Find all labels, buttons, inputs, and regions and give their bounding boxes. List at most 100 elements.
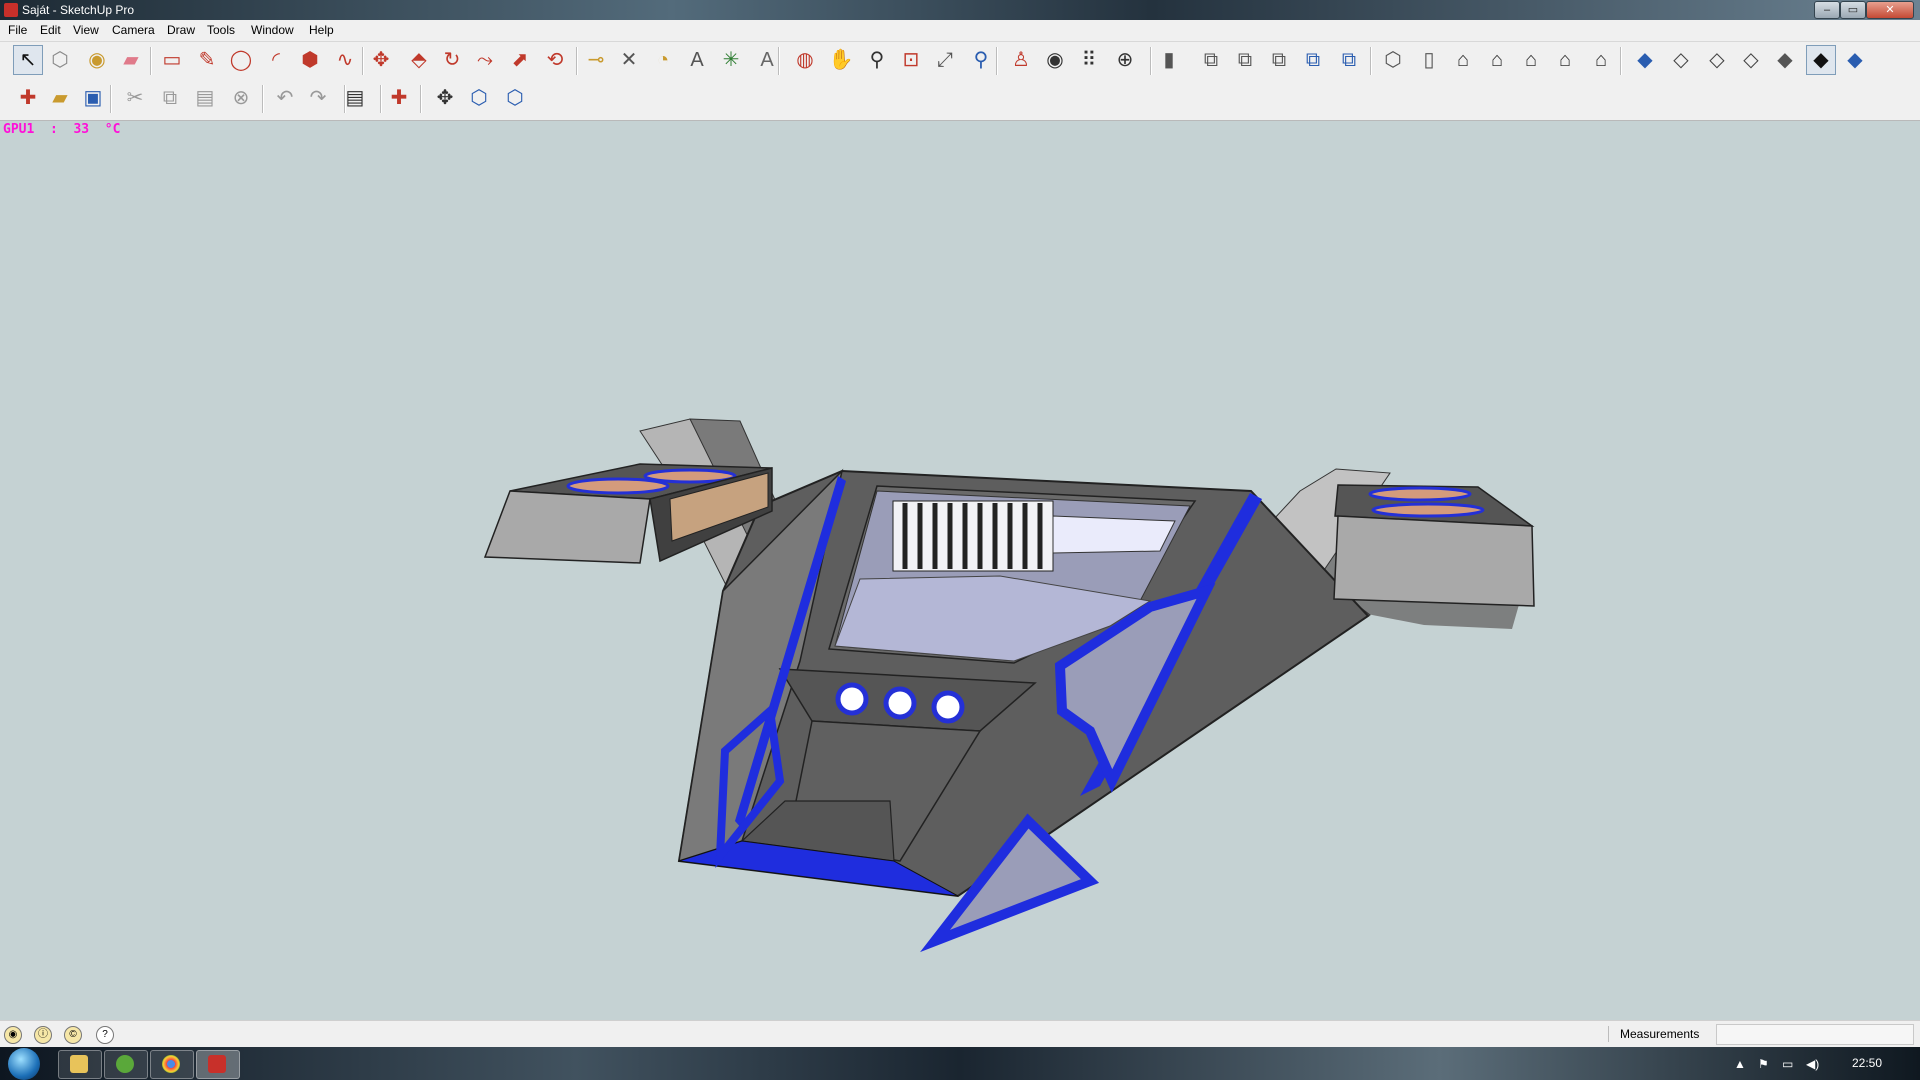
save-icon[interactable]: ▣ bbox=[78, 83, 108, 113]
style-shaded-icon[interactable]: ◆ bbox=[1770, 45, 1800, 75]
text-icon[interactable]: A bbox=[682, 45, 712, 75]
chrome-icon[interactable] bbox=[150, 1050, 194, 1079]
3d-model-canvas[interactable] bbox=[0, 121, 1920, 1019]
menu-edit[interactable]: Edit bbox=[40, 23, 61, 37]
position-camera-icon[interactable]: ♙ bbox=[1006, 45, 1036, 75]
open-folder-icon[interactable]: ▰ bbox=[45, 83, 75, 113]
house-monochrome-icon[interactable]: ⌂ bbox=[1586, 45, 1616, 75]
maximize-button[interactable]: ▭ bbox=[1840, 1, 1866, 19]
pan-hand-icon[interactable]: ✋ bbox=[826, 45, 856, 75]
redo-icon[interactable]: ↷ bbox=[303, 83, 333, 113]
house-shaded-icon[interactable]: ⌂ bbox=[1516, 45, 1546, 75]
utorrent-icon[interactable] bbox=[104, 1050, 148, 1079]
back-view-icon[interactable]: ⧉ bbox=[1334, 45, 1364, 75]
menu-bar: File Edit View Camera Draw Tools Window … bbox=[0, 20, 1920, 42]
rectangle-icon[interactable]: ▭ bbox=[157, 45, 187, 75]
zoom-extents-icon[interactable]: ⤢ bbox=[930, 45, 960, 75]
circle-icon[interactable]: ◯ bbox=[226, 45, 256, 75]
toolbar-separator bbox=[996, 47, 998, 75]
orbit-icon[interactable]: ◍ bbox=[790, 45, 820, 75]
house-hidden-line-icon[interactable]: ⌂ bbox=[1482, 45, 1512, 75]
undo-icon[interactable]: ↶ bbox=[270, 83, 300, 113]
eraser-icon[interactable]: ▰ bbox=[116, 45, 146, 75]
style-monochrome-icon[interactable]: ◆ bbox=[1840, 45, 1870, 75]
paste-icon[interactable]: ▤ bbox=[190, 83, 220, 113]
share-model-icon[interactable]: ⬡ bbox=[500, 83, 530, 113]
close-button[interactable]: ✕ bbox=[1866, 1, 1914, 19]
style-wireframe-icon[interactable]: ◇ bbox=[1702, 45, 1732, 75]
file-explorer-icon[interactable] bbox=[58, 1050, 102, 1079]
tape-measure-icon[interactable]: ⊸ bbox=[581, 45, 611, 75]
menu-draw[interactable]: Draw bbox=[167, 23, 195, 37]
line-pencil-icon[interactable]: ✎ bbox=[192, 45, 222, 75]
style-shaded-textures-icon[interactable]: ◆ bbox=[1806, 45, 1836, 75]
sketchup-app-icon[interactable] bbox=[4, 3, 18, 17]
tray-expand-icon[interactable]: ▲ bbox=[1734, 1057, 1746, 1071]
3d-warehouse-icon[interactable]: ⬡ bbox=[464, 83, 494, 113]
new-file-icon[interactable]: ✚ bbox=[13, 83, 43, 113]
push-pull-icon[interactable]: ⬘ bbox=[404, 45, 434, 75]
arc-icon[interactable]: ◜ bbox=[261, 45, 291, 75]
xray-icon[interactable]: ⬡ bbox=[1378, 45, 1408, 75]
style-xray-icon[interactable]: ◆ bbox=[1630, 45, 1660, 75]
house-wireframe-icon[interactable]: ⌂ bbox=[1448, 45, 1478, 75]
clock[interactable]: 22:50 bbox=[1852, 1056, 1882, 1070]
freehand-icon[interactable]: ∿ bbox=[330, 45, 360, 75]
house-textures-icon[interactable]: ⌂ bbox=[1550, 45, 1580, 75]
previous-view-icon[interactable]: ⚲ bbox=[966, 45, 996, 75]
iso-view-icon[interactable]: ⧉ bbox=[1196, 45, 1226, 75]
right-view-icon[interactable]: ⧉ bbox=[1298, 45, 1328, 75]
cut-icon[interactable]: ✂ bbox=[120, 83, 150, 113]
menu-tools[interactable]: Tools bbox=[207, 23, 235, 37]
back-edges-icon[interactable]: ▯ bbox=[1414, 45, 1444, 75]
geo-location-icon[interactable]: ◉ bbox=[4, 1026, 22, 1044]
help-icon[interactable]: ? bbox=[96, 1026, 114, 1044]
menu-window[interactable]: Window bbox=[251, 23, 294, 37]
network-icon[interactable]: ▭ bbox=[1782, 1057, 1793, 1071]
zoom-window-icon[interactable]: ⊡ bbox=[896, 45, 926, 75]
copy-icon[interactable]: ⧉ bbox=[155, 83, 185, 113]
action-center-icon[interactable]: ⚑ bbox=[1758, 1057, 1769, 1071]
window-title: Saját - SketchUp Pro bbox=[22, 3, 135, 17]
model-info-icon[interactable]: ✚ bbox=[384, 83, 414, 113]
move-icon[interactable]: ✥ bbox=[366, 45, 396, 75]
volume-icon[interactable]: ◀) bbox=[1806, 1057, 1819, 1071]
front-button-1 bbox=[835, 682, 869, 716]
minimize-button[interactable]: – bbox=[1814, 1, 1840, 19]
follow-me-icon[interactable]: ⤳ bbox=[470, 45, 500, 75]
axes-icon[interactable]: ✳ bbox=[716, 45, 746, 75]
walk-icon[interactable]: ⠿ bbox=[1074, 45, 1104, 75]
delete-icon[interactable]: ⊗ bbox=[226, 83, 256, 113]
sketchup-icon[interactable] bbox=[196, 1050, 240, 1079]
menu-view[interactable]: View bbox=[73, 23, 99, 37]
toolbar-separator bbox=[1370, 47, 1372, 75]
section-plane-icon[interactable]: ⊕ bbox=[1110, 45, 1140, 75]
start-button[interactable] bbox=[8, 1048, 40, 1080]
get-location-icon[interactable]: ✥ bbox=[430, 83, 460, 113]
offset-icon[interactable]: ⟲ bbox=[540, 45, 570, 75]
scale-icon[interactable]: ⬈ bbox=[505, 45, 535, 75]
style-back-edges-icon[interactable]: ◇ bbox=[1666, 45, 1696, 75]
menu-file[interactable]: File bbox=[8, 23, 27, 37]
credits-icon[interactable]: ⓘ bbox=[34, 1026, 52, 1044]
menu-camera[interactable]: Camera bbox=[112, 23, 155, 37]
menu-help[interactable]: Help bbox=[309, 23, 334, 37]
style-hidden-line-icon[interactable]: ◇ bbox=[1736, 45, 1766, 75]
measurements-label: Measurements bbox=[1620, 1027, 1700, 1041]
modeling-viewport[interactable]: GPU1 : 33 °C bbox=[0, 121, 1920, 1019]
zoom-icon[interactable]: ⚲ bbox=[862, 45, 892, 75]
paint-bucket-icon[interactable]: ◉ bbox=[82, 45, 112, 75]
select-arrow-icon[interactable]: ↖ bbox=[13, 45, 43, 75]
display-section-planes-icon[interactable]: ▮ bbox=[1154, 45, 1184, 75]
top-view-icon[interactable]: ⧉ bbox=[1230, 45, 1260, 75]
protractor-icon[interactable]: ◔ bbox=[648, 45, 678, 75]
make-component-icon[interactable]: ⬡ bbox=[45, 45, 75, 75]
front-view-icon[interactable]: ⧉ bbox=[1264, 45, 1294, 75]
measurements-input[interactable] bbox=[1716, 1024, 1914, 1045]
polygon-icon[interactable]: ⬢ bbox=[295, 45, 325, 75]
toolbar-separator bbox=[1620, 47, 1622, 75]
rotate-icon[interactable]: ↻ bbox=[437, 45, 467, 75]
dimension-icon[interactable]: ✕ bbox=[614, 45, 644, 75]
copyright-icon[interactable]: © bbox=[64, 1026, 82, 1044]
look-around-icon[interactable]: ◉ bbox=[1040, 45, 1070, 75]
